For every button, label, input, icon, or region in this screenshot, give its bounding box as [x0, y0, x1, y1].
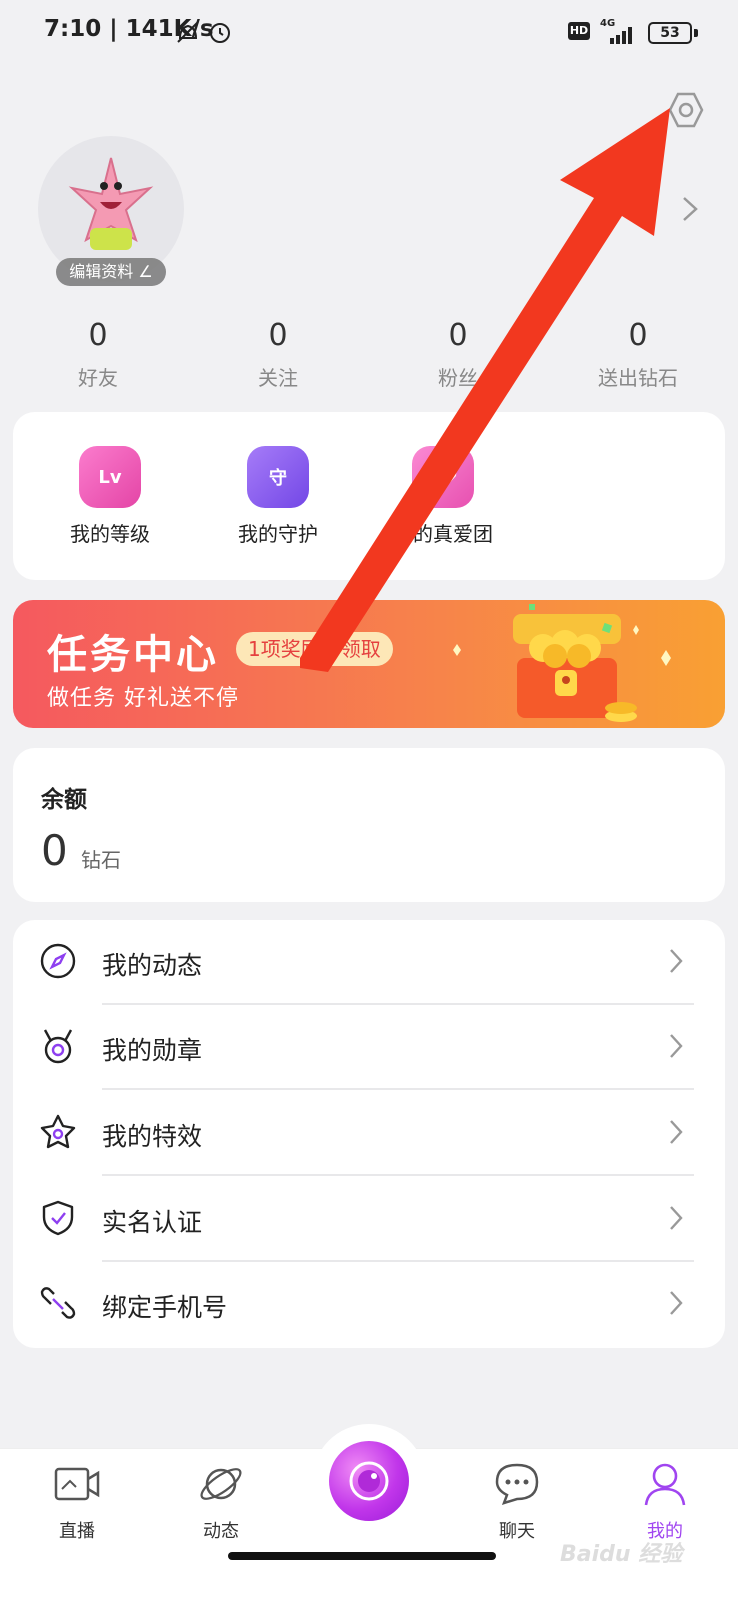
home-indicator[interactable]	[228, 1552, 496, 1560]
tab-feed[interactable]: 动态	[166, 1459, 276, 1543]
planet-icon	[200, 1468, 242, 1500]
hd-badge: HD	[568, 22, 590, 40]
stat-label: 关注	[258, 366, 298, 390]
guard-icon: 守	[247, 446, 309, 508]
features-card: Lv 我的等级 守 我的守护 我的真爱团	[13, 412, 725, 580]
task-title: 任务中心	[47, 632, 219, 678]
profile-icon	[644, 1463, 686, 1506]
balance-title: 余额	[41, 787, 87, 813]
stat-friends[interactable]: 0 好友	[8, 314, 188, 394]
menu-item-bind-phone[interactable]: 绑定手机号	[13, 1262, 725, 1347]
balance-card[interactable]: 余额 0 钻石	[13, 748, 725, 902]
status-bar: 7:10 | 141K/s HD 4G 53	[0, 0, 738, 62]
menu-item-my-posts[interactable]: 我的动态	[13, 920, 725, 1005]
level-icon-text: Lv	[98, 466, 122, 488]
heart-icon	[429, 466, 457, 490]
status-mute-alarm-icons	[177, 21, 230, 43]
menu-item-my-medals[interactable]: 我的勋章	[13, 1005, 725, 1090]
feature-label: 我的等级	[70, 522, 150, 546]
menu-label: 我的勋章	[102, 1036, 203, 1065]
menu-card: 我的动态 我的勋章 我的特效 实名认证 绑定手机号	[13, 920, 725, 1348]
gear-icon	[668, 92, 704, 128]
star-icon	[40, 1114, 76, 1149]
feature-label: 我的真爱团	[393, 522, 493, 546]
feature-level[interactable]: Lv 我的等级	[40, 446, 180, 547]
stat-value: 0	[88, 318, 108, 353]
menu-label: 绑定手机号	[102, 1293, 228, 1322]
task-center-banner[interactable]: 任务中心 1项奖励待领取 做任务 好礼送不停	[13, 600, 725, 728]
feature-love-group[interactable]: 我的真爱团	[373, 446, 513, 547]
lens-icon	[349, 1461, 389, 1501]
feature-label: 我的守护	[238, 522, 318, 546]
love-group-icon	[412, 446, 474, 508]
battery-icon: 53	[648, 22, 692, 44]
signal-icon	[610, 27, 632, 44]
menu-item-real-name[interactable]: 实名认证	[13, 1177, 725, 1262]
guard-icon-text: 守	[269, 468, 287, 489]
stat-diamonds-sent[interactable]: 0 送出钻石	[548, 314, 728, 394]
tab-me[interactable]: 我的	[610, 1459, 720, 1543]
feature-guard[interactable]: 守 我的守护	[208, 446, 348, 547]
medal-icon	[43, 1029, 73, 1064]
stats-row: 0 好友 0 关注 0 粉丝 0 送出钻石	[0, 314, 738, 394]
task-subtitle: 做任务 好礼送不停	[47, 686, 239, 711]
chevron-right-icon	[670, 1291, 683, 1315]
menu-divider	[102, 1174, 694, 1176]
profile-chevron-icon[interactable]	[678, 194, 702, 224]
menu-label: 我的动态	[102, 951, 203, 980]
stat-label: 送出钻石	[598, 366, 678, 390]
menu-item-my-effects[interactable]: 我的特效	[13, 1091, 725, 1176]
stat-value: 0	[628, 318, 648, 353]
go-live-button[interactable]	[312, 1424, 426, 1538]
stat-label: 好友	[78, 366, 118, 390]
menu-label: 我的特效	[102, 1122, 203, 1151]
battery-tip	[694, 29, 698, 37]
chevron-right-icon	[670, 1206, 683, 1230]
menu-divider	[102, 1088, 694, 1090]
chevron-right-icon	[670, 1034, 683, 1058]
balance-value: 0	[41, 826, 68, 875]
tab-live[interactable]: 直播	[22, 1459, 132, 1543]
stat-following[interactable]: 0 关注	[188, 314, 368, 394]
compass-icon	[40, 943, 76, 979]
shield-check-icon	[42, 1200, 74, 1236]
level-icon: Lv	[79, 446, 141, 508]
chevron-right-icon	[670, 1120, 683, 1144]
video-icon	[54, 1467, 100, 1501]
edit-profile-button[interactable]: 编辑资料 ∠	[56, 258, 166, 286]
stat-label: 粉丝	[438, 366, 478, 390]
chevron-right-icon	[670, 949, 683, 973]
stat-value: 0	[448, 318, 468, 353]
menu-label: 实名认证	[102, 1208, 203, 1237]
camera-icon	[329, 1441, 409, 1521]
settings-button[interactable]	[664, 88, 708, 132]
link-icon	[40, 1287, 76, 1319]
treasure-chest-icon	[453, 604, 671, 722]
chat-icon	[495, 1463, 539, 1505]
stat-value: 0	[268, 318, 288, 353]
stat-fans[interactable]: 0 粉丝	[368, 314, 548, 394]
balance-unit: 钻石	[81, 848, 121, 872]
task-reward-badge: 1项奖励待领取	[236, 632, 393, 666]
tab-chat[interactable]: 聊天	[462, 1459, 572, 1543]
watermark-url: jingyan.baidu.com	[556, 1562, 686, 1578]
status-right: HD 4G 53	[568, 18, 718, 48]
